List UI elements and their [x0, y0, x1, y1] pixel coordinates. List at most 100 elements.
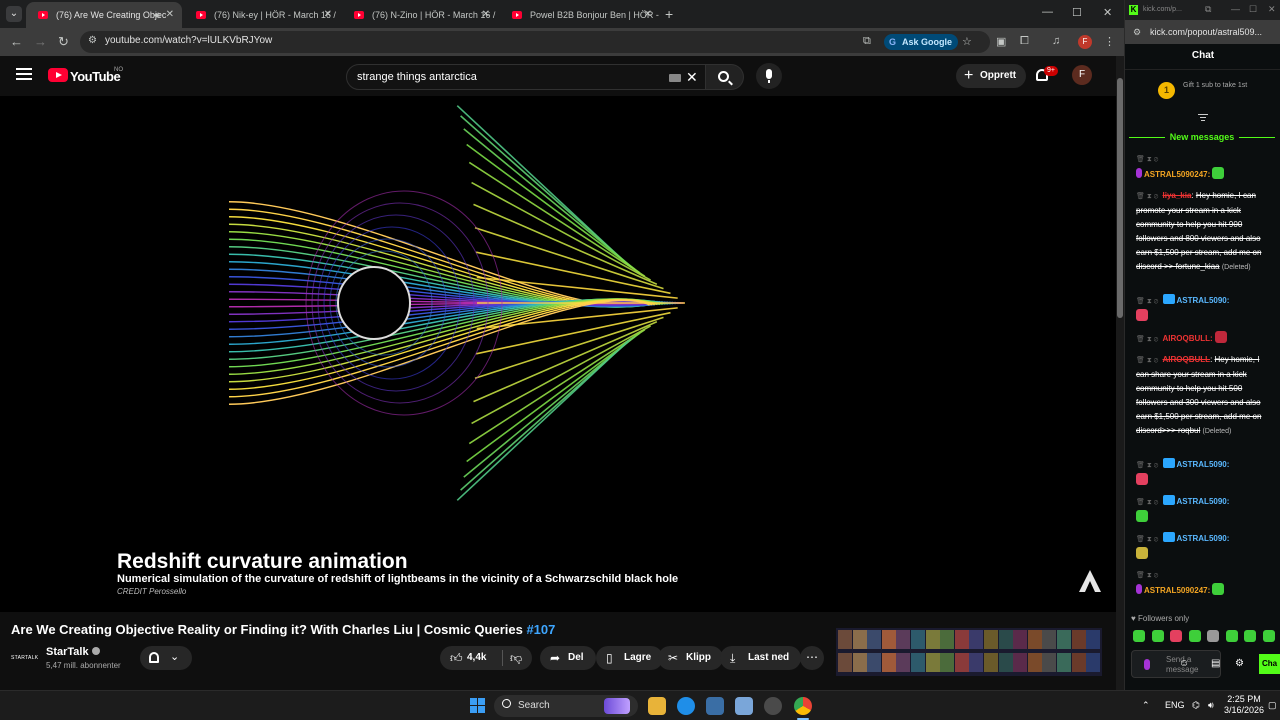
- kick-close-icon[interactable]: ✕: [1268, 4, 1276, 15]
- chat-username[interactable]: ASTRAL5090:: [1177, 534, 1230, 543]
- tab-search-icon[interactable]: ⌄: [6, 6, 22, 22]
- moderation-icons[interactable]: 🗑︎ ⧗ ⊘: [1136, 536, 1158, 543]
- delete-icon[interactable]: 🗑︎ ⧗ ⊘: [1136, 156, 1158, 163]
- thumbnail-tile[interactable]: [940, 653, 955, 672]
- system-clock[interactable]: 2:25 PM 3/16/2026: [1224, 694, 1264, 716]
- quick-emote-icon[interactable]: [1188, 630, 1201, 642]
- like-count[interactable]: 4,4k: [467, 652, 486, 663]
- thumbs-up-icon[interactable]: 👍︎: [450, 651, 463, 666]
- tab-youtube-active[interactable]: (76) Are We Creating Objec 🔊︎ ✕: [26, 2, 182, 28]
- tab-nik-ey[interactable]: (76) Nik-ey | HÖR - March 16 / ✕: [184, 2, 340, 28]
- chat-input[interactable]: Send a message: [1131, 650, 1221, 678]
- language-indicator[interactable]: ENG: [1165, 700, 1185, 710]
- create-button[interactable]: Opprett: [956, 64, 1027, 88]
- more-actions-icon[interactable]: ⋯: [800, 646, 824, 670]
- thumbnail-tile[interactable]: [896, 653, 911, 672]
- channel-name-text[interactable]: StarTalk: [46, 646, 89, 658]
- moderation-icons[interactable]: 🗑︎ ⧗ ⊘: [1136, 572, 1158, 579]
- chat-username[interactable]: ASTRAL5090247:: [1144, 170, 1210, 179]
- quick-emote-icon[interactable]: [1207, 630, 1219, 642]
- forward-icon[interactable]: →: [34, 34, 47, 49]
- page-scrollbar[interactable]: [1116, 56, 1124, 690]
- chat-message-deleted[interactable]: 🗑︎ ⧗ ⊘ AIROQBULL: Hey homie, I can share…: [1136, 353, 1268, 439]
- recommended-thumbnail-collage[interactable]: [836, 628, 1102, 676]
- quick-emote-icon[interactable]: [1225, 630, 1238, 642]
- recommended-row[interactable]: [836, 682, 1102, 690]
- close-tab-icon[interactable]: ✕: [482, 2, 490, 28]
- thumbnail-tile[interactable]: [1086, 630, 1101, 649]
- thumbnail-tile[interactable]: [1027, 653, 1042, 672]
- menu-dots-icon[interactable]: ⋮: [1104, 35, 1115, 48]
- filter-icon[interactable]: [1198, 114, 1208, 123]
- thumbnail-tile[interactable]: [954, 630, 969, 649]
- profile-avatar[interactable]: F: [1078, 35, 1092, 49]
- channel-name[interactable]: StarTalk: [46, 646, 100, 658]
- close-window-icon[interactable]: ✕: [1103, 6, 1112, 19]
- subscribed-bell-button[interactable]: ⌄: [140, 646, 192, 670]
- notification-icon[interactable]: ▢: [1268, 700, 1277, 711]
- moderation-icons[interactable]: 🗑︎ ⧗ ⊘: [1136, 193, 1158, 200]
- media-control-icon[interactable]: ♫: [1052, 35, 1060, 47]
- chat-username[interactable]: AIROQBULL:: [1163, 334, 1213, 343]
- thumbnail-tile[interactable]: [867, 630, 882, 649]
- thumbnail-tile[interactable]: [925, 653, 940, 672]
- chat-message[interactable]: 🗑︎ ⧗ ⊘ ASTRAL5090:: [1136, 532, 1268, 562]
- thumbnail-tile[interactable]: [940, 630, 955, 649]
- quick-emote-icon[interactable]: [1151, 630, 1164, 642]
- thumbnail-tile[interactable]: [1071, 630, 1086, 649]
- thumbnail-tile[interactable]: [969, 653, 984, 672]
- thumbnail-tile[interactable]: [896, 630, 911, 649]
- chat-message-deleted[interactable]: 🗑︎ ⧗ ⊘ liya_kia: Hey homie, I can promot…: [1136, 189, 1268, 275]
- kick-copy-icon[interactable]: ⧉: [1205, 4, 1211, 15]
- save-button[interactable]: ▯ Lagre: [596, 646, 664, 670]
- close-tab-icon[interactable]: ✕: [324, 2, 332, 28]
- app-window-icon[interactable]: [706, 697, 724, 715]
- site-info-icon[interactable]: ⚙︎: [1133, 27, 1141, 38]
- tab-n-zino[interactable]: (76) N-Zino | HÖR - March 16 / ✕: [342, 2, 498, 28]
- thumbnail-tile[interactable]: [1057, 653, 1071, 672]
- chat-message[interactable]: 🗑︎ ⧗ ⊘ AIROQBULL:: [1136, 331, 1268, 347]
- account-avatar[interactable]: F: [1072, 65, 1092, 85]
- chat-username[interactable]: ASTRAL5090247:: [1144, 586, 1210, 595]
- chat-username[interactable]: ASTRAL5090:: [1177, 497, 1230, 506]
- scrollbar-thumb[interactable]: [1117, 78, 1123, 318]
- download-button[interactable]: ⤓ Last ned: [720, 646, 802, 670]
- emote-picker-icon[interactable]: ☺: [1179, 658, 1189, 669]
- thumbnail-tile[interactable]: [984, 653, 998, 672]
- thumbnail-tile[interactable]: [911, 630, 925, 649]
- close-tab-icon[interactable]: ✕: [166, 2, 174, 28]
- thumbnail-tile[interactable]: [1013, 653, 1028, 672]
- chat-message[interactable]: 🗑︎ ⧗ ⊘ ASTRAL5090:: [1136, 458, 1268, 488]
- steam-icon[interactable]: [764, 697, 782, 715]
- chat-username[interactable]: ASTRAL5090:: [1177, 296, 1230, 305]
- video-frame[interactable]: Redshift curvature animation Numerical s…: [97, 96, 1101, 612]
- thumbnail-tile[interactable]: [1057, 630, 1071, 649]
- thumbs-down-icon[interactable]: 👎︎: [510, 651, 522, 666]
- new-tab-icon[interactable]: +: [665, 6, 673, 22]
- extensions-icon[interactable]: ⧠: [1020, 35, 1029, 48]
- thumbnail-tile[interactable]: [881, 630, 896, 649]
- search-input[interactable]: strange things antarctica: [357, 71, 477, 83]
- chrome-icon[interactable]: [794, 697, 812, 715]
- new-messages-divider[interactable]: New messages: [1129, 131, 1275, 143]
- youtube-logo-icon[interactable]: [48, 68, 68, 82]
- file-explorer-icon[interactable]: [648, 697, 666, 715]
- chat-settings-gear-icon[interactable]: ⚙︎: [1235, 658, 1244, 669]
- back-icon[interactable]: ←: [10, 34, 23, 49]
- video-player[interactable]: Redshift curvature animation Numerical s…: [0, 96, 1116, 612]
- clear-search-icon[interactable]: ✕: [686, 69, 698, 86]
- tray-chevron-icon[interactable]: ⌃: [1142, 700, 1150, 711]
- moderation-icons[interactable]: 🗑︎ ⧗ ⊘: [1136, 298, 1158, 305]
- search-box[interactable]: strange things antarctica ✕: [346, 64, 706, 90]
- chat-message[interactable]: 🗑︎ ⧗ ⊘ ASTRAL5090247:: [1136, 152, 1268, 182]
- close-tab-icon[interactable]: ✕: [644, 2, 652, 28]
- voice-search-icon[interactable]: [756, 63, 782, 89]
- hashtag-link[interactable]: #107: [526, 622, 555, 637]
- thumbnail-tile[interactable]: [1013, 630, 1028, 649]
- quick-emote-bar[interactable]: [1133, 630, 1278, 644]
- thumbnail-tile[interactable]: [998, 653, 1013, 672]
- thumbnail-tile[interactable]: [1086, 653, 1101, 672]
- ask-google-button[interactable]: Ask Google: [884, 34, 959, 50]
- quick-emote-icon[interactable]: [1244, 630, 1256, 642]
- thumbnail-tile[interactable]: [838, 653, 852, 672]
